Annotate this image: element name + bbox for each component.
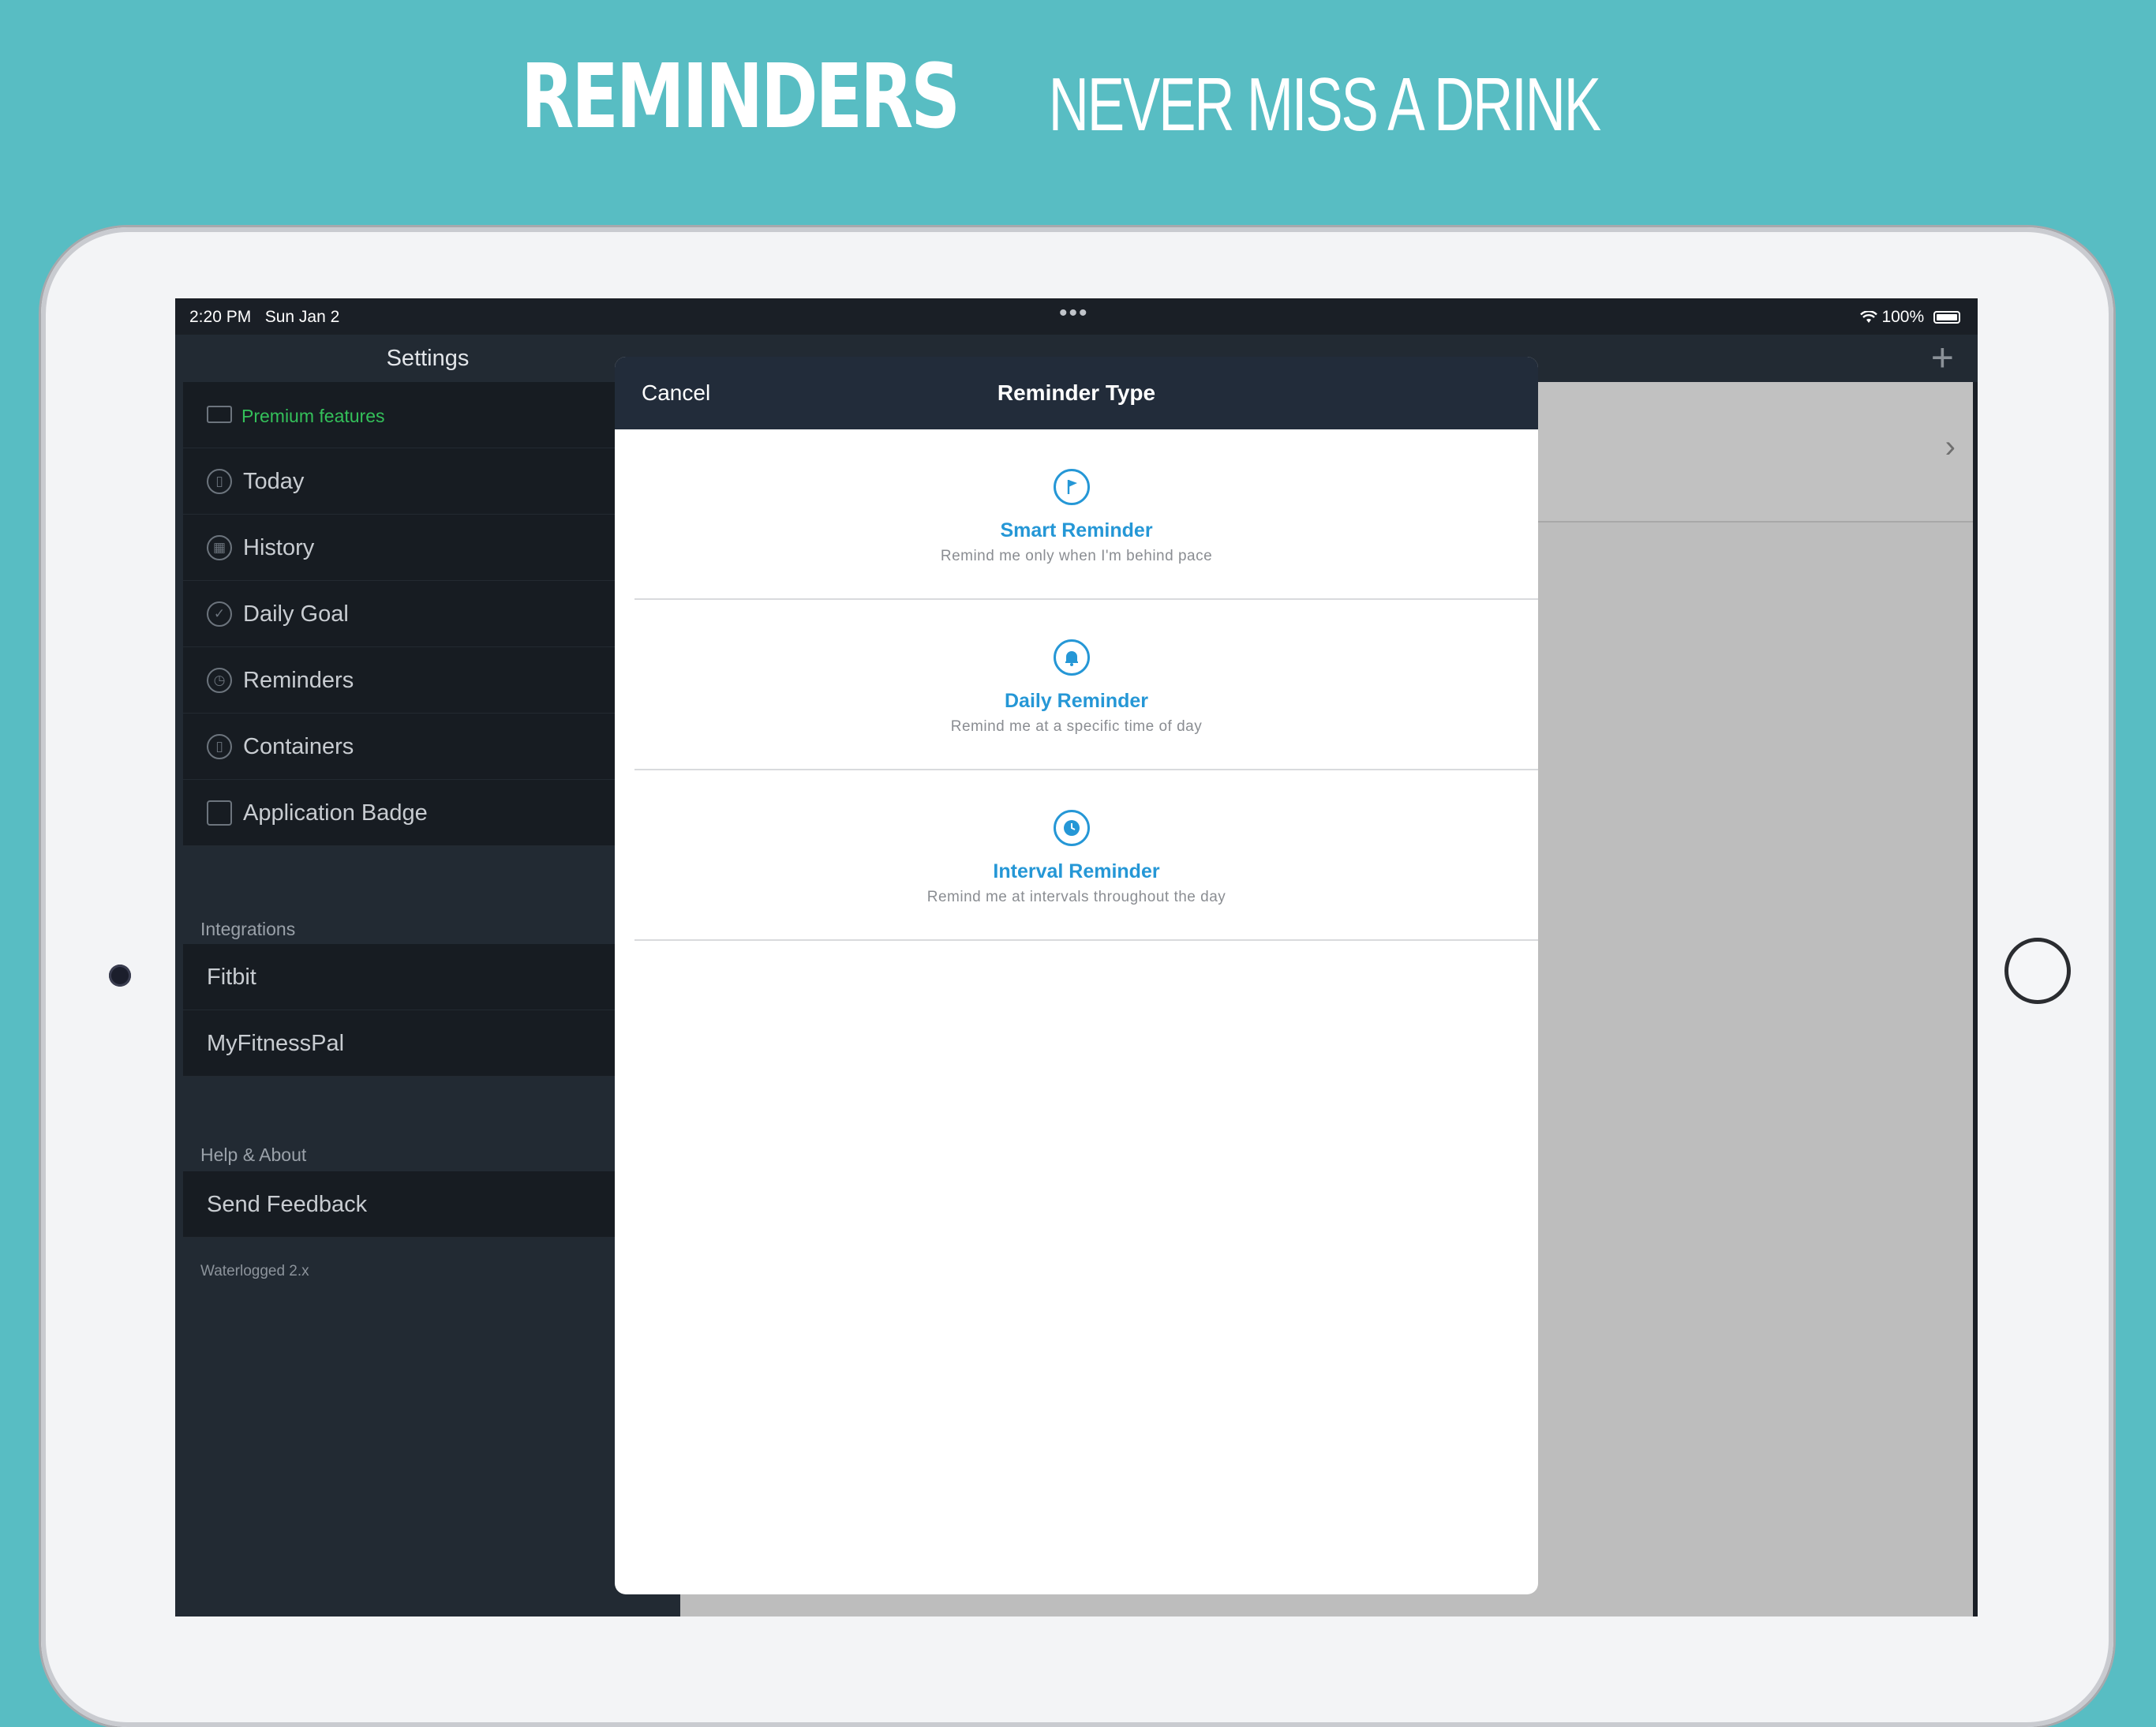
clock-icon: ◷ [207, 668, 232, 693]
headline: REMINDERS NEVER MISS A DRINK [0, 46, 2156, 148]
card-icon [207, 406, 232, 423]
section-header-help: Help & About [200, 1144, 307, 1165]
option-title: Smart Reminder [1000, 519, 1153, 541]
sidebar-item-reminders[interactable]: ◷ Reminders [183, 647, 672, 714]
bell-icon [1054, 639, 1090, 676]
reminder-type-modal: Cancel Reminder Type Smart Reminder Remi… [615, 357, 1538, 1594]
check-icon: ✓ [207, 601, 232, 627]
calendar-icon: ▦ [207, 535, 232, 560]
sidebar: Settings Premium features ▯ Today ▦ Hist… [175, 335, 680, 1616]
sidebar-item-label: Today [243, 469, 305, 494]
option-title: Interval Reminder [993, 860, 1160, 882]
status-time: 2:20 PM [189, 308, 252, 326]
add-icon[interactable]: + [1931, 335, 1954, 380]
sidebar-item-label: Reminders [243, 668, 354, 693]
sidebar-item-premium[interactable]: Premium features [183, 382, 672, 448]
app-version: Waterlogged 2.x [200, 1263, 309, 1279]
clock-icon [1054, 810, 1090, 846]
modal-header: Cancel Reminder Type [615, 357, 1538, 429]
sidebar-item-history[interactable]: ▦ History [183, 515, 672, 581]
sidebar-item-daily-goal[interactable]: ✓ Daily Goal [183, 581, 672, 647]
sidebar-item-label: Premium features [241, 406, 385, 426]
sidebar-item-label: Containers [243, 734, 354, 759]
status-bar: 2:20 PM Sun Jan 2 ••• 100% [175, 298, 1978, 335]
status-date: Sun Jan 2 [264, 308, 340, 326]
sidebar-item-label: Fitbit [207, 965, 256, 990]
bottle-icon: ▯ [207, 469, 232, 494]
flag-icon [1054, 469, 1090, 505]
headline-bold: REMINDERS [521, 46, 960, 148]
sidebar-item-application-badge[interactable]: Application Badge [183, 780, 672, 846]
bottle-icon: ▯ [207, 734, 232, 759]
multitask-dots-icon[interactable]: ••• [1059, 300, 1089, 327]
battery-percent: 100% [1881, 308, 1925, 326]
option-subtitle: Remind me only when I'm behind pace [940, 548, 1213, 564]
chevron-right-icon: › [1945, 429, 1956, 464]
sidebar-item-containers[interactable]: ▯ Containers [183, 714, 672, 780]
option-smart-reminder[interactable]: Smart Reminder Remind me only when I'm b… [634, 429, 1538, 600]
home-button[interactable] [2004, 938, 2071, 1004]
option-daily-reminder[interactable]: Daily Reminder Remind me at a specific t… [634, 600, 1538, 770]
badge-icon [207, 800, 232, 826]
modal-title: Reminder Type [997, 380, 1156, 405]
sidebar-item-label: Application Badge [243, 800, 428, 826]
sidebar-item-label: Send Feedback [207, 1192, 368, 1217]
sidebar-item-label: MyFitnessPal [207, 1031, 345, 1056]
option-subtitle: Remind me at a specific time of day [950, 718, 1203, 735]
sidebar-item-label: History [243, 535, 315, 560]
headline-light: NEVER MISS A DRINK [1049, 62, 1601, 147]
option-subtitle: Remind me at intervals throughout the da… [926, 889, 1226, 905]
sidebar-item-today[interactable]: ▯ Today [183, 448, 672, 515]
sidebar-item-fitbit[interactable]: Fitbit [183, 944, 672, 1010]
sidebar-item-myfitnesspal[interactable]: MyFitnessPal [183, 1010, 672, 1077]
battery-icon [1933, 311, 1960, 324]
wifi-icon [1859, 310, 1877, 324]
option-interval-reminder[interactable]: Interval Reminder Remind me at intervals… [634, 770, 1538, 941]
camera-icon [109, 965, 131, 987]
section-header-integrations: Integrations [200, 919, 296, 939]
sidebar-item-send-feedback[interactable]: Send Feedback [183, 1171, 672, 1238]
option-title: Daily Reminder [1004, 690, 1148, 712]
sidebar-title: Settings [386, 346, 470, 371]
ipad-screen: 2:20 PM Sun Jan 2 ••• 100% + › Settings … [175, 298, 1978, 1616]
sidebar-item-label: Daily Goal [243, 601, 349, 627]
